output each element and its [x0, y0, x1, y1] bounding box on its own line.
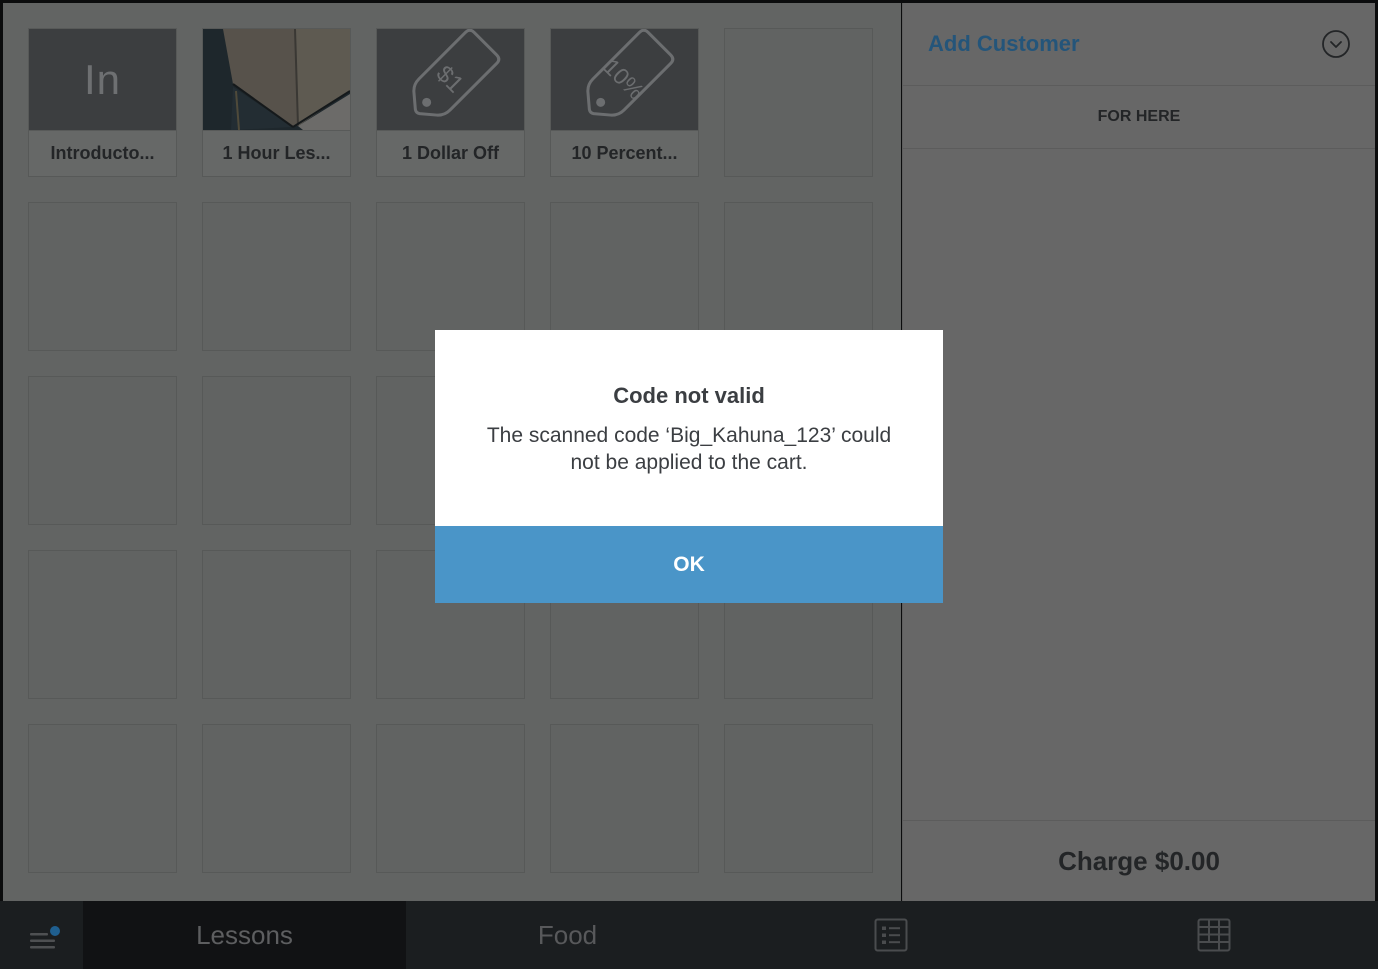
discount-tag-icon: $1 [412, 29, 501, 117]
item-label: 1 Hour Les... [203, 130, 350, 176]
empty-tile[interactable] [202, 202, 351, 351]
item-tile-1-hour-lesson[interactable]: 1 Hour Les... [202, 28, 351, 177]
tab-label: Food [537, 919, 598, 950]
empty-tile[interactable] [550, 724, 699, 873]
item-initials: In [83, 55, 122, 103]
tab-keypad[interactable] [1052, 901, 1375, 969]
empty-tile[interactable] [550, 202, 699, 351]
list-icon [874, 918, 907, 952]
tab-food[interactable]: Food [406, 901, 729, 969]
cart-header: Add Customer [903, 3, 1375, 86]
add-customer-link[interactable]: Add Customer [928, 31, 1080, 57]
svg-text:10%: 10% [599, 54, 650, 105]
item-tile-1-dollar-off[interactable]: $1 1 Dollar Off [376, 28, 525, 177]
chevron-down-circle-icon[interactable] [1321, 29, 1351, 59]
empty-tile[interactable] [28, 550, 177, 699]
dining-option-button[interactable]: FOR HERE [903, 86, 1375, 149]
item-label: 10 Percent... [551, 130, 698, 176]
discount-tag-icon: 10% [586, 29, 675, 117]
empty-tile[interactable] [28, 376, 177, 525]
empty-tile[interactable] [202, 550, 351, 699]
ok-button[interactable]: OK [435, 526, 943, 603]
empty-tile[interactable] [376, 724, 525, 873]
item-label: 1 Dollar Off [377, 130, 524, 176]
tab-label: Lessons [196, 919, 293, 950]
cart-panel: Add Customer FOR HERE Charge $0.00 [902, 3, 1375, 901]
notification-dot [50, 926, 60, 936]
item-photo [203, 29, 350, 130]
bottom-nav: Lessons Food [0, 901, 1378, 969]
empty-tile[interactable] [28, 202, 177, 351]
item-tile-10-percent[interactable]: 10% 10 Percent... [550, 28, 699, 177]
cart-items-list [903, 149, 1375, 820]
tab-item-list[interactable] [729, 901, 1052, 969]
keypad-grid-icon [1197, 918, 1230, 952]
empty-tile[interactable] [202, 376, 351, 525]
empty-tile[interactable] [724, 28, 873, 177]
empty-tile[interactable] [724, 724, 873, 873]
menu-button[interactable] [0, 901, 83, 969]
empty-tile[interactable] [28, 724, 177, 873]
tab-lessons[interactable]: Lessons [83, 901, 406, 969]
item-label: Introducto... [29, 130, 176, 176]
empty-tile[interactable] [724, 202, 873, 351]
item-thumbnail: $1 [377, 29, 524, 130]
item-thumbnail: In [29, 29, 176, 130]
empty-tile[interactable] [376, 202, 525, 351]
hamburger-menu-icon [30, 926, 60, 949]
code-not-valid-dialog: Code not valid The scanned code ‘Big_Kah… [435, 330, 943, 603]
empty-tile[interactable] [202, 724, 351, 873]
pos-screen: In Introducto... 1 Hour Les... $1 1 Doll… [0, 0, 1378, 969]
charge-button[interactable]: Charge $0.00 [903, 820, 1375, 901]
item-tile-introductory[interactable]: In Introducto... [28, 28, 177, 177]
photo-image [203, 29, 350, 130]
dialog-title: Code not valid [613, 383, 765, 408]
svg-text:$1: $1 [431, 60, 469, 98]
dialog-message: The scanned code ‘Big_Kahuna_123’ could … [486, 424, 892, 474]
item-thumbnail: 10% [551, 29, 698, 130]
